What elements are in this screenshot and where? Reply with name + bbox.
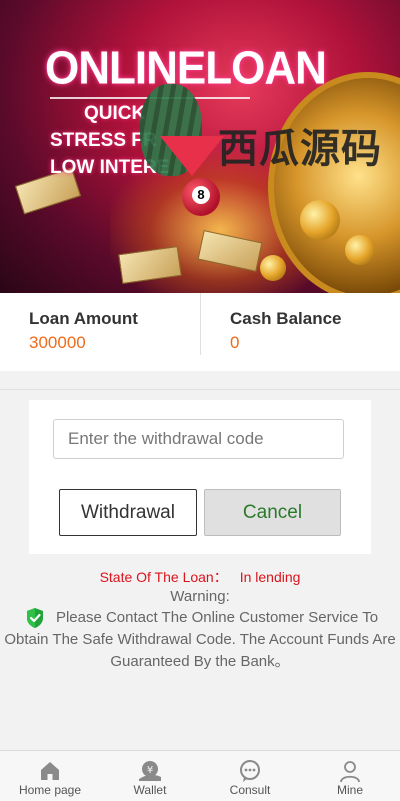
cancel-button[interactable]: Cancel [204,489,341,536]
nav-label-mine: Mine [336,783,363,797]
lottery-ball: 8 [182,178,220,216]
nav-item-wallet[interactable]: ¥ Wallet [100,751,200,801]
warning-text: Please Contact The Online Customer Servi… [2,607,398,673]
loan-amount-value: 300000 [29,333,86,352]
withdrawal-button[interactable]: Withdrawal [59,489,197,536]
watermelon-slice-icon [160,136,224,176]
banner-coin [260,255,286,281]
loan-stats: Loan Amount 300000 Cash Balance 0 [0,293,400,371]
nav-label-home: Home page [18,783,82,797]
withdrawal-code-input[interactable] [53,419,344,459]
home-icon [41,762,59,780]
warning-text-content: Please Contact The Online Customer Servi… [4,609,396,670]
loan-state-label: State Of The Loan： [99,569,228,585]
loan-amount-label: Loan Amount [29,309,138,328]
cash-balance-label: Cash Balance [230,309,342,328]
warning-title: Warning: [170,588,230,605]
nav-label-wallet: Wallet [133,783,167,797]
watermark-text: 西瓜源码 [218,126,382,172]
chat-icon [240,760,260,782]
banner-coin [345,235,375,265]
svg-text:¥: ¥ [147,765,153,776]
withdrawal-card: Withdrawal Cancel [29,400,371,554]
loan-state-line: State Of The Loan： In lending [0,567,400,587]
nav-item-mine[interactable]: Mine [300,751,400,801]
nav-label-consult: Consult [229,783,271,797]
nav-item-home[interactable]: Home page [0,751,100,801]
lottery-ball-number: 8 [192,186,210,204]
nav-item-consult[interactable]: Consult [200,751,300,801]
section-divider [0,389,400,390]
stats-divider [200,293,201,355]
bottom-nav: Home page ¥ Wallet Consult Mine [0,750,400,801]
banner-coin [300,200,340,240]
banner-line-1: QUICK [84,103,146,124]
user-icon [340,761,360,783]
cash-balance-value: 0 [230,333,240,352]
promo-banner: 8 ONLINELOAN QUICK STRESS FR LOW INTERE … [0,0,400,293]
loan-state-value: In lending [239,569,301,585]
wallet-icon: ¥ [139,761,161,781]
